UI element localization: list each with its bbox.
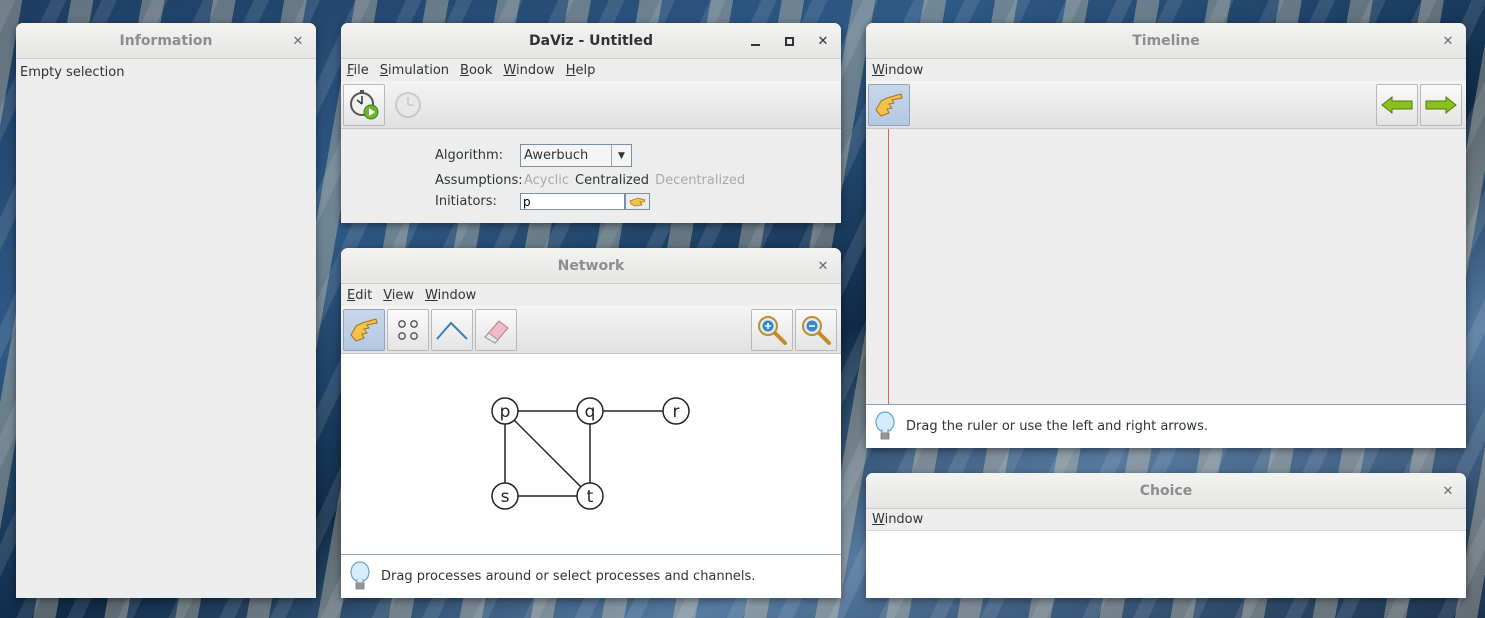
window-title: Timeline — [1132, 32, 1200, 49]
process-node-t[interactable]: t — [576, 482, 604, 510]
close-icon[interactable] — [290, 33, 306, 49]
algorithm-panel: Algorithm: Awerbuch ▼ Assumptions: Acycl… — [341, 129, 841, 223]
process-label: s — [501, 487, 510, 507]
add-channel-button[interactable] — [431, 308, 473, 351]
window-title: Choice — [1139, 482, 1193, 499]
assumptions-list: Acyclic Centralized Decentralized — [524, 173, 745, 188]
information-window: Information Empty selection — [16, 23, 316, 598]
start-simulation-button[interactable] — [343, 83, 385, 126]
menu-simulation[interactable]: Simulation — [380, 63, 449, 78]
eraser-button[interactable] — [475, 308, 517, 351]
lightbulb-icon — [350, 560, 370, 589]
chevron-down-icon[interactable]: ▼ — [611, 145, 631, 166]
initiators-label: Initiators: — [435, 194, 497, 209]
stopwatch-play-icon — [350, 89, 379, 119]
process-label: t — [587, 487, 594, 507]
zoom-in-icon — [758, 315, 787, 345]
clock-icon — [395, 91, 421, 118]
menu-window[interactable]: Window — [425, 288, 476, 303]
window-title: DaViz - Untitled — [529, 32, 653, 49]
choice-titlebar[interactable]: Choice — [866, 473, 1466, 509]
process-label: q — [585, 402, 596, 422]
assumption-centralized: Centralized — [575, 173, 650, 188]
select-tool-button[interactable] — [343, 308, 385, 351]
add-process-button[interactable] — [387, 308, 429, 351]
zoom-in-button[interactable] — [751, 308, 793, 351]
timeline-toolbar — [866, 81, 1466, 129]
timeline-hint-bar: Drag the ruler or use the left and right… — [866, 404, 1466, 448]
process-label: r — [673, 402, 680, 422]
process-node-s[interactable]: s — [491, 482, 519, 510]
daviz-menubar: File Simulation Book Window Help — [341, 59, 841, 81]
history-button[interactable] — [387, 84, 429, 126]
close-icon[interactable] — [1440, 33, 1456, 49]
zoom-out-button[interactable] — [795, 308, 837, 351]
timeline-select-tool-button[interactable] — [868, 83, 910, 126]
menu-window[interactable]: Window — [872, 512, 923, 527]
menu-help[interactable]: Help — [566, 63, 596, 78]
menu-window[interactable]: Window — [503, 63, 554, 78]
process-node-p[interactable]: p — [491, 397, 519, 425]
window-title: Network — [557, 257, 625, 274]
algorithm-select[interactable]: Awerbuch ▼ — [520, 144, 632, 167]
timeline-window: Timeline Window — [866, 23, 1466, 448]
window-title: Information — [119, 32, 213, 49]
daviz-titlebar[interactable]: DaViz - Untitled — [341, 23, 841, 59]
algorithm-label: Algorithm: — [435, 148, 504, 163]
assumptions-label: Assumptions: — [435, 173, 523, 188]
channel-line-icon — [436, 321, 468, 340]
arrow-left-icon — [1381, 95, 1413, 114]
step-forward-button[interactable] — [1420, 83, 1462, 126]
timeline-menubar: Window — [866, 59, 1466, 81]
network-hint-text: Drag processes around or select processe… — [381, 569, 756, 584]
channel-p-t[interactable] — [504, 410, 591, 497]
daviz-toolbar — [341, 81, 841, 129]
choice-menubar: Window — [866, 509, 1466, 531]
network-canvas[interactable]: p q r s t — [341, 354, 841, 554]
close-icon[interactable] — [815, 33, 831, 49]
hand-pointer-icon — [628, 197, 646, 206]
lightbulb-icon — [875, 410, 895, 439]
daviz-main-window: DaViz - Untitled File Simulation Book Wi… — [341, 23, 841, 223]
network-menubar: Edit View Window — [341, 284, 841, 306]
network-graph[interactable]: p q r s t — [341, 354, 841, 554]
choice-content — [866, 531, 1466, 598]
process-node-q[interactable]: q — [576, 397, 604, 425]
network-titlebar[interactable]: Network — [341, 248, 841, 284]
network-hint-bar: Drag processes around or select processe… — [341, 554, 841, 598]
close-icon[interactable] — [1440, 483, 1456, 499]
network-toolbar — [341, 306, 841, 354]
information-titlebar[interactable]: Information — [16, 23, 316, 59]
step-back-button[interactable] — [1376, 83, 1418, 126]
menu-edit[interactable]: Edit — [347, 288, 372, 303]
information-content: Empty selection — [20, 65, 125, 80]
arrow-right-icon — [1425, 95, 1457, 114]
timeline-hint-text: Drag the ruler or use the left and right… — [906, 419, 1208, 434]
maximize-icon[interactable] — [781, 33, 797, 49]
nodes-icon — [398, 319, 418, 340]
choice-window: Choice Window — [866, 473, 1466, 598]
menu-book[interactable]: Book — [460, 63, 492, 78]
pick-initiators-button[interactable] — [625, 193, 650, 210]
minimize-icon[interactable] — [747, 33, 763, 49]
process-label: p — [500, 402, 511, 422]
zoom-out-icon — [802, 315, 831, 345]
close-icon[interactable] — [815, 258, 831, 274]
menu-view[interactable]: View — [383, 288, 414, 303]
timeline-titlebar[interactable]: Timeline — [866, 23, 1466, 59]
menu-file[interactable]: File — [347, 63, 369, 78]
assumption-acyclic: Acyclic — [524, 173, 570, 188]
assumption-decentralized: Decentralized — [655, 173, 746, 188]
hand-pointer-icon — [350, 317, 378, 342]
timeline-canvas[interactable] — [866, 129, 1466, 404]
hand-pointer-icon — [875, 92, 903, 117]
algorithm-selected-value: Awerbuch — [524, 148, 589, 163]
timeline-ruler[interactable] — [888, 129, 889, 404]
menu-window[interactable]: Window — [872, 63, 923, 78]
process-node-r[interactable]: r — [662, 397, 690, 425]
network-window: Network Edit View Window — [341, 248, 841, 598]
initiators-input[interactable] — [520, 193, 625, 210]
eraser-icon — [484, 319, 509, 344]
